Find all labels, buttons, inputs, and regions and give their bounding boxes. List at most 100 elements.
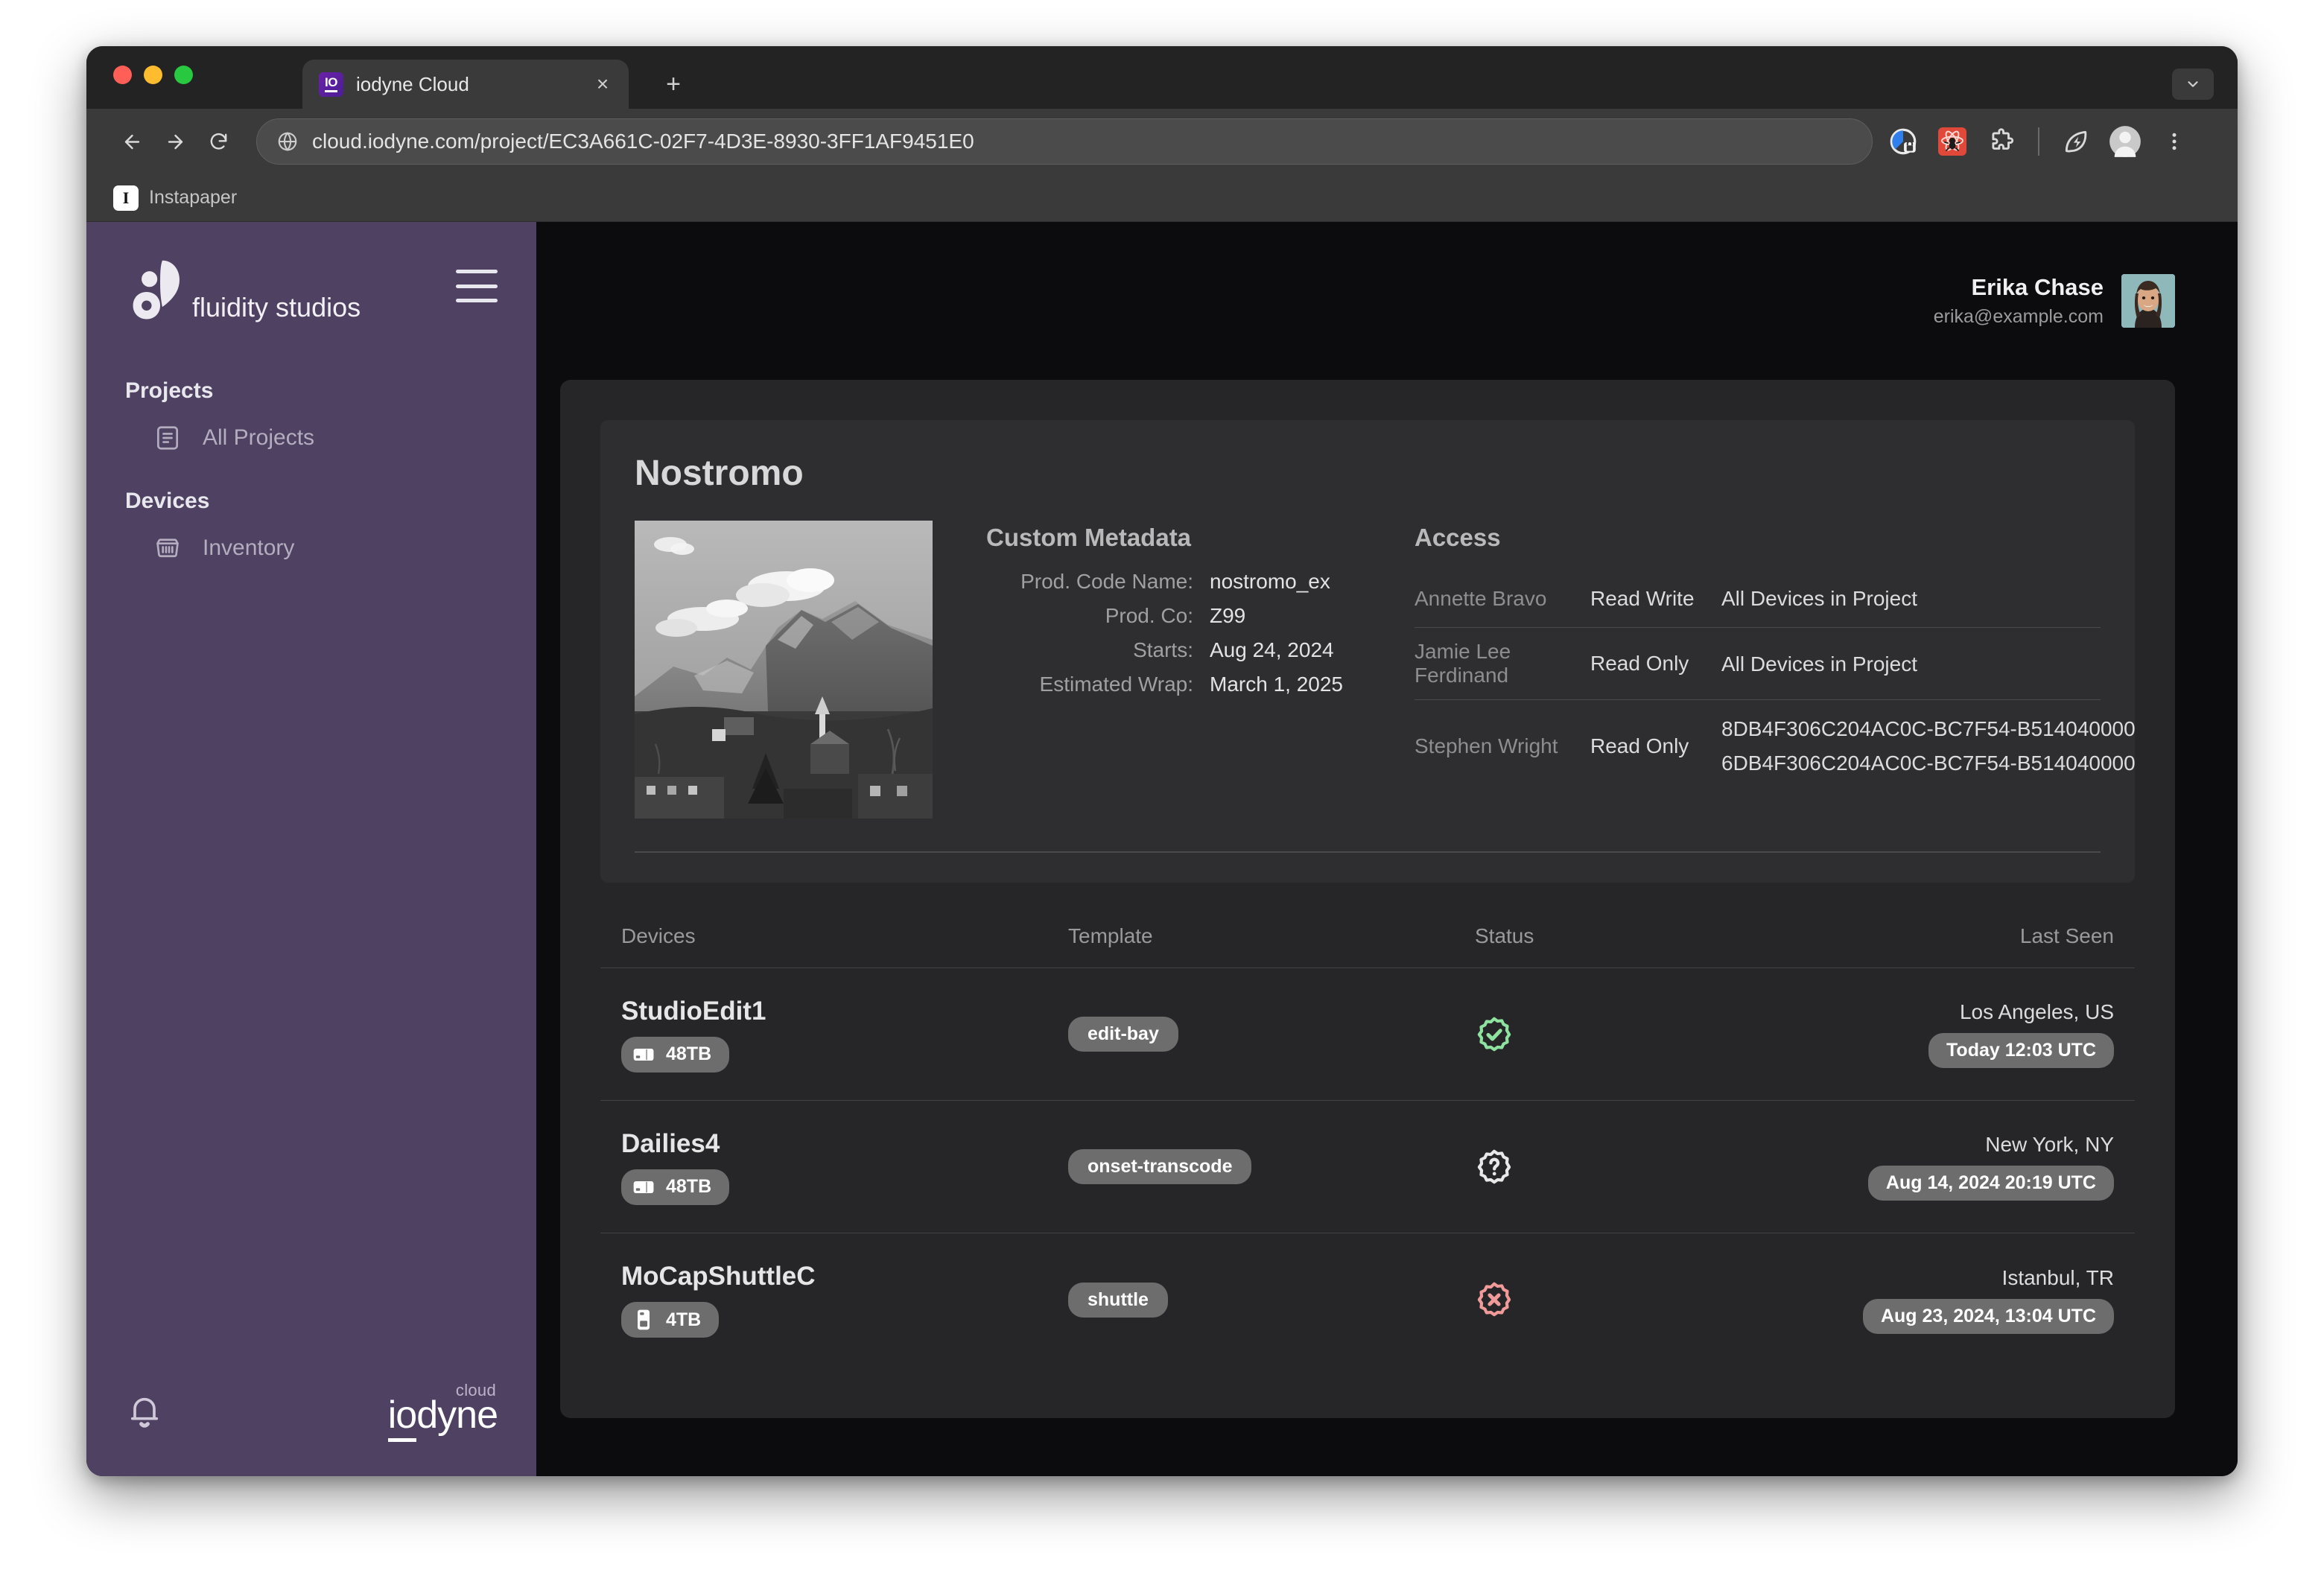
globe-icon [276,130,299,153]
user-name: Erika Chase [1971,273,2104,300]
sidebar-item-all-projects[interactable]: All Projects [125,414,498,462]
tab-search-chevron-icon[interactable] [2172,69,2214,100]
panel-divider [635,851,2101,853]
last-seen-cell: Los Angeles, US Today 12:03 UTC [1928,1000,2114,1068]
badge-check-icon [1477,1017,1511,1051]
app-sidebar: fluidity studios Projects All Projects D… [86,222,536,1476]
tab-title: iodyne Cloud [356,72,469,95]
profile-avatar-icon[interactable] [2108,124,2142,159]
access-block: Access Annette Bravo Read Write All Devi… [1415,521,2136,819]
access-device-id: 8DB4F306C204AC0C-BC7F54-B514040000 [1721,717,2136,741]
device-cell: Dailies4 48TB [621,1129,1068,1205]
capacity-label: 4TB [666,1309,702,1330]
metadata-key: Estimated Wrap: [1039,673,1193,696]
access-user-name: Stephen Wright [1415,734,1558,757]
custom-metadata-block: Custom Metadata Prod. Code Name: nostrom… [986,521,1343,819]
template-badge[interactable]: onset-transcode [1068,1149,1252,1184]
sidebar-brand-row: fluidity studios [125,256,498,328]
metadata-key: Prod. Code Name: [1020,570,1193,593]
chrome-menu-icon[interactable] [2157,124,2191,159]
drive-portrait-icon [638,1309,650,1330]
access-row: Stephen Wright Read Only 8DB4F306C204AC0… [1415,700,2136,792]
close-window-button[interactable] [113,66,132,84]
metadata-row: Starts: Aug 24, 2024 [986,638,1343,662]
metadata-key: Starts: [1133,638,1193,661]
sidebar-item-label: All Projects [203,425,315,450]
column-header-devices[interactable]: Devices [621,924,1068,948]
device-cell: MoCapShuttleC 4TB [621,1262,1068,1338]
column-header-status[interactable]: Status [1475,924,2020,948]
browser-tab[interactable]: IO iodyne Cloud × [302,60,629,109]
access-heading: Access [1415,524,1501,551]
chevron-down-icon [2188,81,2198,87]
leaf-performance-icon[interactable] [2059,124,2093,159]
table-row[interactable]: MoCapShuttleC 4TB shuttle Istanbul, TR A… [600,1233,2135,1366]
iodyne-favicon-icon: IO [319,72,343,97]
device-location: New York, NY [1985,1133,2114,1156]
access-device-id: 6DB4F306C204AC0C-BC7F54-B514040000 [1721,751,2136,775]
project-content-card: Nostromo Custom Metadata Prod. Code Name… [560,380,2175,1418]
capacity-label: 48TB [666,1043,712,1064]
react-devtools-extension-icon[interactable] [1935,124,1969,159]
project-thumbnail[interactable] [635,521,933,819]
last-seen-cell: Istanbul, TR Aug 23, 2024, 13:04 UTC [1862,1266,2114,1334]
metadata-row: Prod. Code Name: nostromo_ex [986,570,1343,594]
sidebar-item-label: Inventory [203,536,295,560]
forward-button[interactable] [153,120,197,163]
table-row[interactable]: Dailies4 48TB onset-transcode New York, … [600,1101,2135,1233]
status-cell [1475,1148,1868,1186]
access-row: Annette Bravo Read Write All Devices in … [1415,570,2101,629]
user-account-block[interactable]: Erika Chase erika@example.com [1934,273,2175,328]
react-bug-glyph [1938,127,1966,156]
access-user-name: Annette Bravo [1415,586,1547,610]
access-device-id: All Devices in Project [1721,652,1917,676]
access-permission: Read Only [1590,734,1689,757]
main-content: Erika Chase erika@example.com Nostromo C… [536,222,2238,1476]
bookmark-instapaper[interactable]: Instapaper [149,187,237,209]
browser-window: IO iodyne Cloud × + cloud.iodyne.com/pro… [86,46,2238,1476]
metadata-key: Prod. Co: [1105,604,1193,627]
access-devices: All Devices in Project [1721,647,1917,681]
brand-logo[interactable]: fluidity studios [125,256,361,328]
metadata-value: nostromo_ex [1210,570,1330,593]
privacy-badge-glyph [1890,128,1917,155]
close-tab-icon[interactable]: × [590,74,615,95]
column-header-last-seen[interactable]: Last Seen [2020,924,2114,948]
project-body: Custom Metadata Prod. Code Name: nostrom… [635,521,2136,819]
metadata-row: Prod. Co: Z99 [986,604,1343,628]
iodyne-logo-word: iodyne [387,1394,498,1442]
browser-toolbar: cloud.iodyne.com/project/EC3A661C-02F7-4… [86,109,2238,174]
browser-tab-strip: IO iodyne Cloud × + [86,46,2238,109]
hamburger-menu-icon[interactable] [456,270,498,302]
column-header-template[interactable]: Template [1068,924,1475,948]
iodyne-cloud-logo: cloud iodyne [387,1381,498,1442]
last-seen-badge: Aug 14, 2024 20:19 UTC [1867,1166,2114,1201]
privacy-badge-icon[interactable] [1886,124,1920,159]
template-badge[interactable]: shuttle [1068,1282,1168,1318]
avatar[interactable] [2121,274,2175,328]
notification-bell-icon[interactable] [125,1390,164,1434]
access-devices: All Devices in Project [1721,582,1917,615]
last-seen-badge: Aug 23, 2024, 13:04 UTC [1862,1298,2114,1334]
sidebar-footer: cloud iodyne [86,1381,536,1476]
address-bar[interactable]: cloud.iodyne.com/project/EC3A661C-02F7-4… [256,118,1873,165]
minimize-window-button[interactable] [144,66,162,84]
table-row[interactable]: StudioEdit1 48TB edit-bay Los Angeles, U… [600,968,2135,1101]
reload-button[interactable] [197,120,240,163]
extensions-puzzle-icon[interactable] [1984,124,2019,159]
device-name: MoCapShuttleC [621,1262,816,1291]
back-button[interactable] [110,120,153,163]
template-cell: edit-bay [1068,1017,1475,1052]
device-name: Dailies4 [621,1128,720,1158]
template-badge[interactable]: edit-bay [1068,1017,1178,1052]
desktop-background: IO iodyne Cloud × + cloud.iodyne.com/pro… [0,0,2324,1573]
hamburger-bar [456,299,498,302]
sidebar-item-inventory[interactable]: Inventory [125,524,498,572]
drive-array-icon [156,538,179,558]
drive-landscape-icon [633,1180,654,1193]
capacity-badge: 4TB [621,1302,720,1338]
sidebar-top: fluidity studios Projects All Projects D… [86,222,536,572]
address-bar-url: cloud.iodyne.com/project/EC3A661C-02F7-4… [312,130,974,153]
maximize-window-button[interactable] [174,66,193,84]
new-tab-button[interactable]: + [658,72,688,97]
